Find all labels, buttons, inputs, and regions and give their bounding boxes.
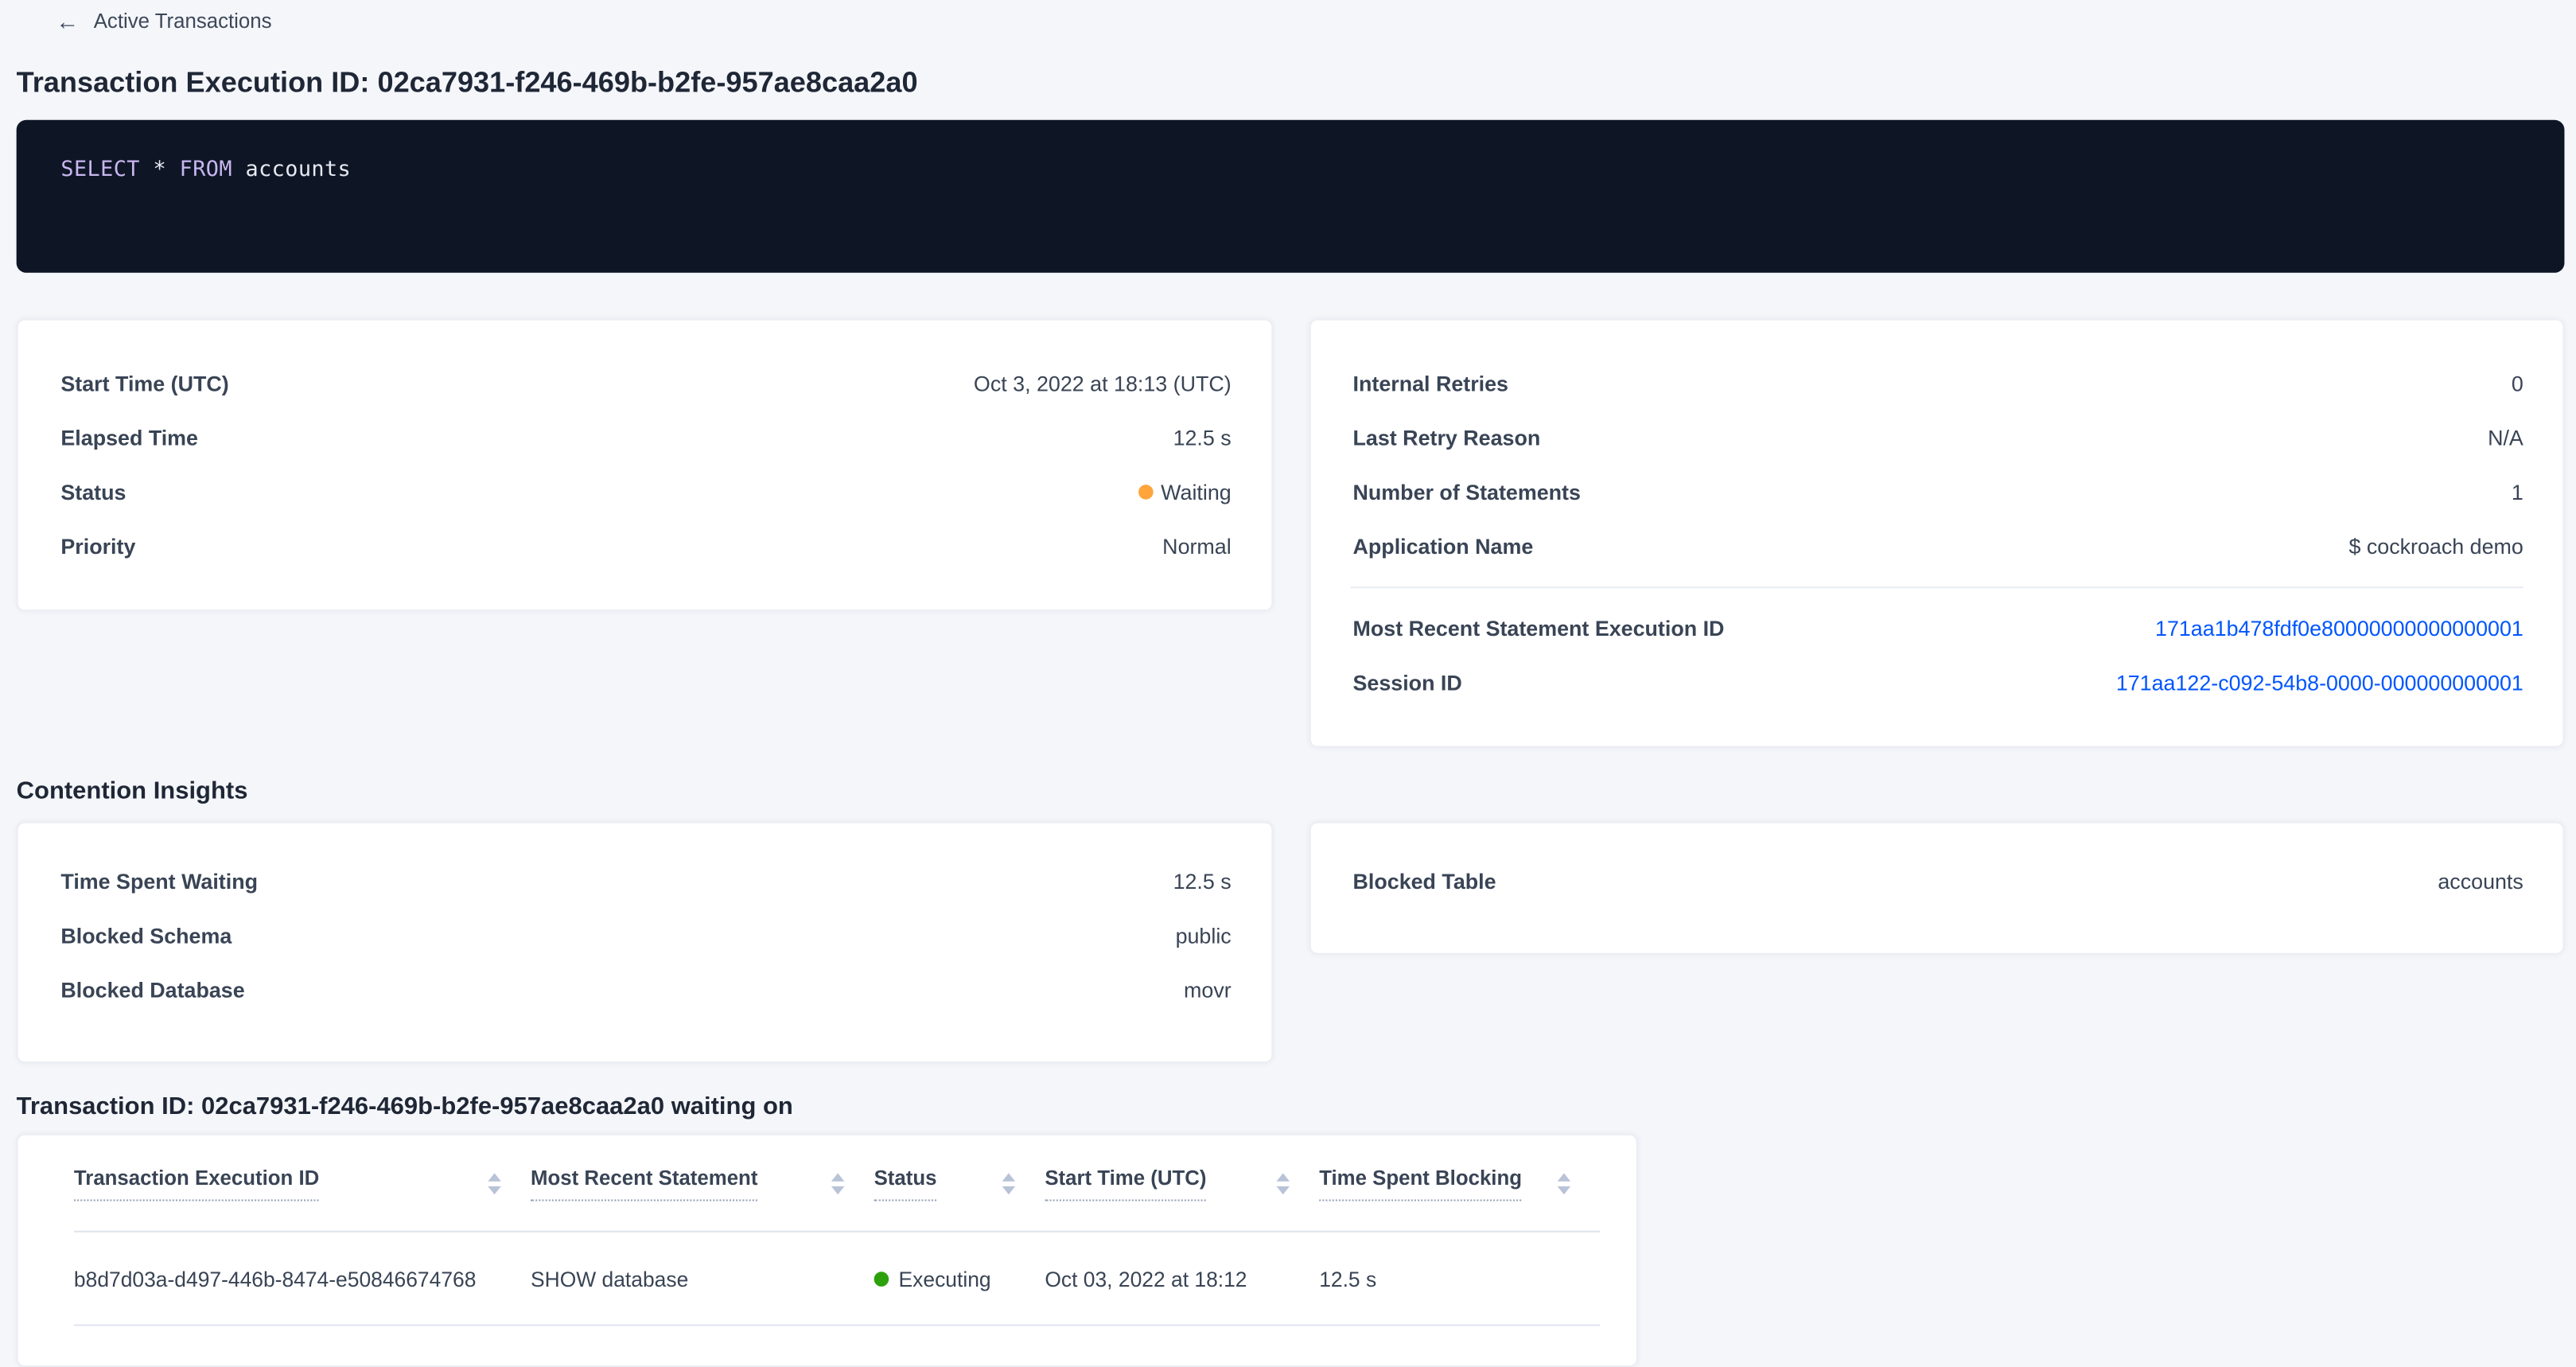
cell-most-recent-statement: SHOW database <box>531 1266 874 1291</box>
table-header-row: Transaction Execution ID Most Recent Sta… <box>74 1135 1600 1233</box>
waiting-on-table: Transaction Execution ID Most Recent Sta… <box>17 1134 1638 1367</box>
column-header-label: Most Recent Statement <box>531 1166 757 1200</box>
kv-label: Session ID <box>1353 671 1462 695</box>
card-divider <box>1349 586 2523 588</box>
caret-down-icon <box>831 1186 845 1194</box>
sql-text: * <box>140 158 180 182</box>
kv-label: Internal Retries <box>1353 372 1508 396</box>
sort-icon[interactable] <box>1558 1172 1571 1194</box>
kv-row-session-id: Session ID 171aa122-c092-54b8-0000-00000… <box>1310 656 2563 710</box>
sort-icon[interactable] <box>1277 1172 1290 1194</box>
waiting-on-heading: Transaction ID: 02ca7931-f246-469b-b2fe-… <box>17 1092 2565 1120</box>
kv-row-last-retry-reason: Last Retry Reason N/A <box>1310 411 2563 465</box>
kv-value: public <box>1176 924 1232 948</box>
sql-keyword: FROM <box>180 158 232 182</box>
kv-label: Blocked Table <box>1353 869 1496 894</box>
kv-row-elapsed-time: Elapsed Time 12.5 s <box>18 411 1271 465</box>
caret-down-icon <box>1558 1186 1571 1194</box>
kv-label: Application Name <box>1353 534 1534 559</box>
transaction-summary-card: Start Time (UTC) Oct 3, 2022 at 18:13 (U… <box>17 319 1273 612</box>
summary-cards-row: Start Time (UTC) Oct 3, 2022 at 18:13 (U… <box>17 319 2565 748</box>
kv-label: Elapsed Time <box>60 426 198 450</box>
sql-keyword: SELECT <box>60 158 139 182</box>
kv-row-internal-retries: Internal Retries 0 <box>1310 356 2563 411</box>
sql-text: accounts <box>232 158 351 182</box>
status-text: Waiting <box>1161 480 1232 504</box>
kv-label: Blocked Database <box>60 978 244 1003</box>
back-row: ← Active Transactions <box>17 0 2565 37</box>
execution-attributes-card: Internal Retries 0 Last Retry Reason N/A… <box>1309 319 2565 748</box>
caret-up-icon <box>488 1172 501 1180</box>
kv-row-most-recent-statement-execution-id: Most Recent Statement Execution ID 171aa… <box>1310 602 2563 656</box>
status-executing-dot-icon <box>874 1271 889 1286</box>
kv-row-start-time: Start Time (UTC) Oct 3, 2022 at 18:13 (U… <box>18 356 1271 411</box>
caret-up-icon <box>1002 1172 1016 1180</box>
kv-row-status: Status Waiting <box>18 465 1271 519</box>
kv-row-blocked-schema: Blocked Schema public <box>18 909 1271 963</box>
kv-value: 1 <box>2512 480 2523 504</box>
cell-transaction-execution-id: b8d7d03a-d497-446b-8474-e50846674768 <box>74 1266 531 1291</box>
kv-label: Start Time (UTC) <box>60 372 228 396</box>
kv-value: $ cockroach demo <box>2348 534 2523 559</box>
table-row: b8d7d03a-d497-446b-8474-e50846674768 SHO… <box>74 1233 1600 1326</box>
kv-row-blocked-table: Blocked Table accounts <box>1310 855 2563 909</box>
kv-value: accounts <box>2438 869 2523 894</box>
back-link-label: Active Transactions <box>94 10 272 33</box>
sort-icon[interactable] <box>1002 1172 1016 1194</box>
contention-details-card: Time Spent Waiting 12.5 s Blocked Schema… <box>17 822 1273 1064</box>
back-arrow-icon: ← <box>56 10 79 33</box>
column-header-transaction-execution-id[interactable]: Transaction Execution ID <box>74 1166 531 1200</box>
caret-up-icon <box>1558 1172 1571 1180</box>
sort-icon[interactable] <box>488 1172 501 1194</box>
column-header-time-spent-blocking[interactable]: Time Spent Blocking <box>1319 1166 1600 1200</box>
caret-up-icon <box>1277 1172 1290 1180</box>
contention-insights-heading: Contention Insights <box>17 777 2565 805</box>
kv-row-time-spent-waiting: Time Spent Waiting 12.5 s <box>18 855 1271 909</box>
back-to-active-transactions-link[interactable]: ← Active Transactions <box>56 10 271 33</box>
column-header-most-recent-statement[interactable]: Most Recent Statement <box>531 1166 874 1200</box>
session-id-link[interactable]: 171aa122-c092-54b8-0000-000000000001 <box>2116 671 2523 695</box>
blocked-table-card: Blocked Table accounts <box>1309 822 2565 955</box>
caret-up-icon <box>831 1172 845 1180</box>
kv-row-blocked-database: Blocked Database movr <box>18 963 1271 1017</box>
sort-icon[interactable] <box>831 1172 845 1194</box>
status-text: Executing <box>899 1266 991 1291</box>
kv-label: Blocked Schema <box>60 924 232 948</box>
cell-status: Executing <box>874 1266 1045 1291</box>
kv-value: 12.5 s <box>1173 426 1232 450</box>
kv-row-priority: Priority Normal <box>18 520 1271 574</box>
kv-label: Last Retry Reason <box>1353 426 1541 450</box>
kv-label: Most Recent Statement Execution ID <box>1353 616 1725 641</box>
statement-execution-id-link[interactable]: 171aa1b478fdf0e80000000000000001 <box>2155 616 2523 641</box>
column-header-label: Transaction Execution ID <box>74 1166 319 1200</box>
kv-label: Time Spent Waiting <box>60 869 258 894</box>
cell-time-spent-blocking: 12.5 s <box>1319 1266 1600 1291</box>
status-badge: Waiting <box>1138 480 1231 504</box>
caret-down-icon <box>1002 1186 1016 1194</box>
cell-start-time: Oct 03, 2022 at 18:12 <box>1045 1266 1319 1291</box>
kv-value: N/A <box>2488 426 2523 450</box>
kv-value: Oct 3, 2022 at 18:13 (UTC) <box>974 372 1232 396</box>
kv-label: Priority <box>60 534 135 559</box>
column-header-status[interactable]: Status <box>874 1166 1045 1200</box>
kv-value: 0 <box>2512 372 2523 396</box>
sql-statement-box: SELECT * FROM accounts <box>17 120 2565 273</box>
kv-value: movr <box>1184 978 1232 1003</box>
kv-label: Number of Statements <box>1353 480 1581 504</box>
kv-row-application-name: Application Name $ cockroach demo <box>1310 520 2563 574</box>
page-title: Transaction Execution ID: 02ca7931-f246-… <box>17 66 2565 100</box>
kv-value: Normal <box>1162 534 1232 559</box>
kv-value: 12.5 s <box>1173 869 1232 894</box>
caret-down-icon <box>488 1186 501 1194</box>
status-waiting-dot-icon <box>1138 485 1153 500</box>
column-header-label: Status <box>874 1166 937 1200</box>
kv-label: Status <box>60 480 126 504</box>
column-header-label: Start Time (UTC) <box>1045 1166 1206 1200</box>
contention-cards-row: Time Spent Waiting 12.5 s Blocked Schema… <box>17 822 2565 1064</box>
column-header-start-time[interactable]: Start Time (UTC) <box>1045 1166 1319 1200</box>
kv-row-number-of-statements: Number of Statements 1 <box>1310 465 2563 519</box>
transaction-details-page: ← Active Transactions Transaction Execut… <box>0 0 2576 1367</box>
caret-down-icon <box>1277 1186 1290 1194</box>
column-header-label: Time Spent Blocking <box>1319 1166 1522 1200</box>
